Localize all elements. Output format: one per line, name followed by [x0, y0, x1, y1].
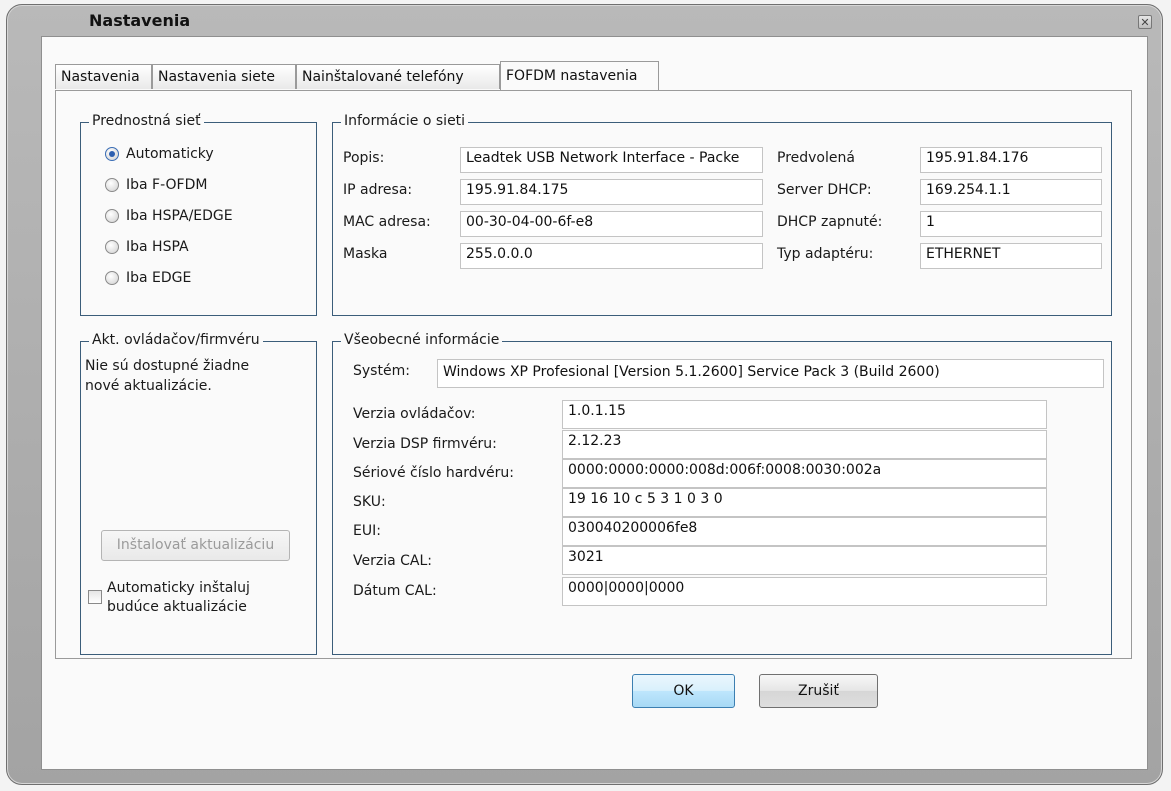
tab-nainstalovane-telefony[interactable]: Nainštalované telefóny [296, 64, 500, 89]
system-label: Systém: [353, 363, 410, 379]
driver-version-label: Verzia ovládačov: [353, 406, 476, 422]
tab-nastavenia-siete[interactable]: Nastavenia siete [152, 64, 296, 89]
hardware-serial-label: Sériové číslo hardvéru: [353, 465, 514, 481]
eui-label: EUI: [353, 523, 381, 539]
radio-label: Iba EDGE [126, 270, 192, 286]
cancel-button[interactable]: Zrušiť [759, 674, 878, 708]
updates-legend: Akt. ovládačov/firmvéru [89, 332, 263, 348]
dialog-window: Nastavenia ✕ Nastavenia Nastavenia siete… [6, 4, 1163, 785]
adapter-type-label: Typ adaptéru: [777, 246, 874, 262]
network-info-group: Informácie o sieti Popis: Leadtek USB Ne… [332, 113, 1112, 316]
general-info-legend: Všeobecné informácie [341, 332, 503, 348]
tab-nastavenia[interactable]: Nastavenia [55, 64, 152, 89]
dhcp-enabled-field[interactable]: 1 [920, 211, 1102, 237]
radio-iba-hspa[interactable]: Iba HSPA [105, 237, 189, 257]
radio-unchecked-icon[interactable] [105, 240, 119, 254]
radio-checked-icon[interactable] [105, 147, 119, 161]
updates-group: Akt. ovládačov/firmvéru Nie sú dostupné … [80, 332, 317, 655]
system-field[interactable]: Windows XP Profesional [Version 5.1.2600… [437, 359, 1104, 388]
sku-field[interactable]: 19 16 10 c 5 3 1 0 3 0 [562, 488, 1047, 517]
ip-address-label: IP adresa: [343, 182, 413, 198]
auto-install-label-line2: budúce aktualizácie [107, 599, 247, 615]
dhcp-enabled-label: DHCP zapnuté: [777, 214, 883, 230]
auto-install-label-line1: Automaticky inštaluj [107, 580, 250, 596]
eui-field[interactable]: 030040200006fe8 [562, 517, 1047, 546]
sku-label: SKU: [353, 494, 386, 510]
window-title: Nastavenia [89, 11, 191, 30]
dialog-client-area: Nastavenia Nastavenia siete Nainštalovan… [41, 36, 1148, 770]
driver-version-field[interactable]: 1.0.1.15 [562, 400, 1047, 429]
radio-unchecked-icon[interactable] [105, 271, 119, 285]
radio-iba-hspa-edge[interactable]: Iba HSPA/EDGE [105, 206, 233, 226]
radio-label: Iba HSPA/EDGE [126, 208, 233, 224]
ok-button[interactable]: OK [632, 674, 735, 708]
cal-date-field[interactable]: 0000|0000|0000 [562, 577, 1047, 606]
dhcp-server-label: Server DHCP: [777, 182, 872, 198]
radio-label: Iba F-OFDM [126, 177, 208, 193]
mask-field[interactable]: 255.0.0.0 [460, 243, 763, 269]
updates-message-line2: nové aktualizácie. [85, 378, 212, 394]
title-bar[interactable]: Nastavenia ✕ [7, 5, 1162, 35]
radio-unchecked-icon[interactable] [105, 178, 119, 192]
cal-date-label: Dátum CAL: [353, 583, 437, 599]
radio-automaticky[interactable]: Automaticky [105, 144, 214, 164]
general-info-group: Všeobecné informácie Systém: Windows XP … [332, 332, 1112, 655]
dhcp-server-field[interactable]: 169.254.1.1 [920, 179, 1102, 205]
updates-message-line1: Nie sú dostupné žiadne [85, 358, 250, 374]
auto-install-checkbox[interactable] [88, 590, 102, 604]
hardware-serial-field[interactable]: 0000:0000:0000:008d:006f:0008:0030:002a [562, 459, 1047, 488]
tab-panel-fofdm: Prednostná sieť Automaticky Iba F-OFDM I… [55, 90, 1132, 659]
radio-label: Iba HSPA [126, 239, 189, 255]
mask-label: Maska [343, 246, 388, 262]
dsp-firmware-field[interactable]: 2.12.23 [562, 430, 1047, 459]
default-gateway-field[interactable]: 195.91.84.176 [920, 147, 1102, 173]
radio-iba-edge[interactable]: Iba EDGE [105, 268, 191, 288]
radio-unchecked-icon[interactable] [105, 209, 119, 223]
popis-field[interactable]: Leadtek USB Network Interface - Packe [460, 147, 763, 173]
radio-label: Automaticky [126, 146, 214, 162]
popis-label: Popis: [343, 150, 385, 166]
default-gateway-label: Predvolená [777, 150, 855, 166]
network-info-legend: Informácie o sieti [341, 113, 469, 129]
mac-address-field[interactable]: 00-30-04-00-6f-e8 [460, 211, 763, 237]
radio-iba-f-ofdm[interactable]: Iba F-OFDM [105, 175, 207, 195]
preferred-network-legend: Prednostná sieť [89, 113, 204, 129]
dsp-firmware-label: Verzia DSP firmvéru: [353, 436, 497, 452]
preferred-network-group: Prednostná sieť Automaticky Iba F-OFDM I… [80, 113, 317, 316]
ip-address-field[interactable]: 195.91.84.175 [460, 179, 763, 205]
cal-version-field[interactable]: 3021 [562, 546, 1047, 575]
close-icon[interactable]: ✕ [1138, 15, 1152, 29]
install-update-button[interactable]: Inštalovať aktualizáciu [101, 530, 290, 561]
mac-address-label: MAC adresa: [343, 214, 431, 230]
cal-version-label: Verzia CAL: [353, 553, 432, 569]
adapter-type-field[interactable]: ETHERNET [920, 243, 1102, 269]
tab-fofdm-nastavenia[interactable]: FOFDM nastavenia [500, 61, 659, 90]
